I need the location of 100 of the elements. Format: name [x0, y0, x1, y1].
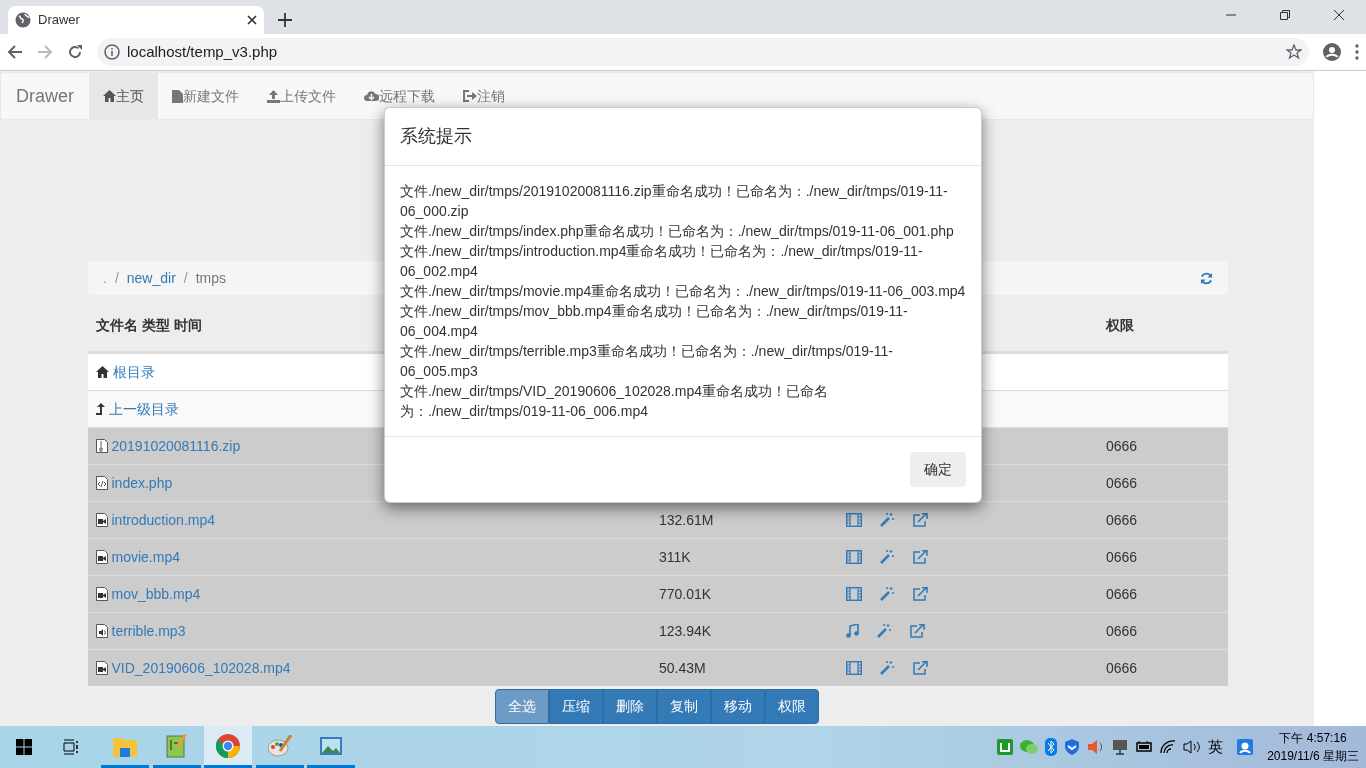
external-link-icon[interactable]	[913, 513, 928, 527]
external-link-icon[interactable]	[913, 661, 928, 675]
new-tab-icon[interactable]	[278, 13, 292, 27]
close-icon[interactable]	[247, 15, 257, 25]
clock-time[interactable]: 下午 4:57:16	[1279, 729, 1347, 747]
rename-message: 文件./new_dir/tmps/mov_bbb.mp4重命名成功！已命名为：./new_dir/tmps/019-11-06_004.mp4	[400, 302, 909, 341]
breadcrumb-link[interactable]: new_dir	[126, 267, 176, 289]
magic-wand-icon[interactable]	[877, 624, 891, 638]
nav-tab[interactable]: 远程下载	[350, 73, 449, 119]
shield-icon[interactable]	[1064, 738, 1081, 756]
nav-tab[interactable]: 主页	[89, 73, 158, 119]
action-button[interactable]: 压缩	[549, 689, 603, 724]
nav-tab[interactable]: 上传文件	[253, 73, 350, 119]
external-link-icon[interactable]	[910, 624, 925, 638]
magic-wand-icon[interactable]	[880, 587, 894, 601]
wifi-icon[interactable]	[1160, 740, 1177, 754]
file-link[interactable]: movie.mp4	[111, 546, 180, 568]
music-note-icon[interactable]	[846, 624, 859, 638]
file-row[interactable]: terrible.mp3 123.94K 0666	[88, 612, 1228, 649]
tray-app-icon[interactable]	[997, 739, 1014, 755]
address-field[interactable]: localhost/temp_v3.php	[97, 38, 1309, 66]
magic-wand-icon[interactable]	[880, 550, 894, 564]
file-row[interactable]: VID_20190606_102028.mp4 50.43M 0666	[88, 649, 1228, 686]
info-icon	[104, 44, 120, 60]
star-icon[interactable]	[1286, 44, 1302, 60]
user-icon[interactable]	[1237, 739, 1254, 755]
file-row[interactable]: movie.mp4 311K 0666	[88, 538, 1228, 575]
task-view-icon[interactable]	[62, 739, 80, 755]
file-row[interactable]: mov_bbb.mp4 770.01K 0666	[88, 575, 1228, 612]
landscape-picture-icon	[319, 735, 343, 756]
dialog-title: 系统提示	[400, 126, 472, 146]
file-link[interactable]: VID_20190606_102028.mp4	[111, 657, 291, 679]
breadcrumb-separator: /	[113, 268, 120, 288]
file-size: 311K	[659, 548, 691, 565]
directory-link[interactable]: 上一级目录	[108, 398, 179, 420]
volume-icon[interactable]	[1183, 740, 1202, 754]
brand-title[interactable]: Drawer	[1, 82, 89, 110]
taskbar-app[interactable]	[204, 726, 252, 768]
external-link-icon[interactable]	[913, 587, 928, 601]
permission-value: 0666	[1106, 659, 1138, 676]
input-method-indicator[interactable]: 英	[1208, 738, 1224, 756]
action-button[interactable]: 复制	[657, 689, 711, 724]
video-file-icon	[96, 513, 108, 527]
file-link[interactable]: mov_bbb.mp4	[111, 583, 201, 605]
column-header: 权限	[1106, 317, 1134, 333]
action-button[interactable]: 删除	[603, 689, 657, 724]
clock-date[interactable]: 2019/11/6 星期三	[1267, 747, 1359, 765]
windows-start-icon[interactable]	[16, 739, 32, 755]
video-file-icon	[96, 587, 108, 601]
breadcrumb-link[interactable]: .	[103, 267, 107, 289]
film-icon[interactable]	[846, 550, 862, 564]
rename-message: 文件./new_dir/tmps/VID_20190606_102028.mp4重命名成功！已命名为：./new_dir/tmps/019-11-06_006.mp4	[400, 382, 829, 421]
magic-wand-icon[interactable]	[880, 513, 894, 527]
rename-message: 文件./new_dir/tmps/introduction.mp4重命名成功！已命名为：./new_dir/tmps/019-11-06_002.mp4	[400, 242, 924, 281]
action-button[interactable]: 全选	[495, 689, 549, 724]
file-size: 123.94K	[659, 622, 712, 639]
ok-button[interactable]: 确定	[910, 452, 966, 487]
home-icon	[103, 90, 116, 102]
permission-value: 0666	[1106, 437, 1138, 454]
monitor-icon[interactable]	[1112, 739, 1129, 755]
account-icon[interactable]	[1323, 43, 1341, 61]
globe-icon	[15, 12, 31, 28]
bluetooth-icon[interactable]	[1045, 738, 1058, 756]
chrome-browser-icon	[216, 733, 240, 758]
rename-message: 文件./new_dir/tmps/movie.mp4重命名成功！已命名为：./new_dir/tmps/019-11-06_003.mp4	[400, 282, 966, 301]
battery-icon[interactable]	[1135, 741, 1154, 753]
action-button[interactable]: 移动	[711, 689, 765, 724]
permission-value: 0666	[1106, 474, 1138, 491]
browser-tab[interactable]: Drawer	[8, 6, 264, 34]
permission-value: 0666	[1106, 585, 1138, 602]
film-icon[interactable]	[846, 513, 862, 527]
cloud-download-icon	[364, 90, 379, 102]
permission-value: 0666	[1106, 622, 1138, 639]
back-icon[interactable]	[7, 44, 23, 60]
action-button[interactable]: 权限	[765, 689, 819, 724]
logout-icon	[463, 90, 477, 102]
file-link[interactable]: introduction.mp4	[111, 509, 215, 531]
column-header: 文件名 类型 时间	[96, 317, 202, 333]
reload-icon[interactable]	[67, 44, 83, 60]
video-file-icon	[96, 661, 108, 675]
directory-link[interactable]: 根目录	[112, 361, 155, 383]
breadcrumb-separator: /	[182, 268, 189, 288]
file-link[interactable]: 20191020081116.zip	[111, 435, 241, 457]
magic-wand-icon[interactable]	[880, 661, 894, 675]
nav-tab[interactable]: 新建文件	[158, 73, 253, 119]
film-icon[interactable]	[846, 661, 862, 675]
refresh-icon[interactable]	[1200, 271, 1213, 285]
permission-value: 0666	[1106, 511, 1138, 528]
permission-value: 0666	[1106, 548, 1138, 565]
menu-icon[interactable]	[1355, 44, 1359, 60]
audio-file-icon	[96, 624, 108, 638]
external-link-icon[interactable]	[913, 550, 928, 564]
file-size: 132.61M	[659, 511, 714, 528]
file-row[interactable]: introduction.mp4 132.61M 0666	[88, 501, 1228, 538]
video-file-icon	[96, 550, 108, 564]
file-link[interactable]: index.php	[111, 472, 173, 494]
rename-message: 文件./new_dir/tmps/terrible.mp3重命名成功！已命名为：./new_dir/tmps/019-11-06_005.mp3	[400, 342, 894, 381]
file-link[interactable]: terrible.mp3	[111, 620, 186, 642]
nav-tab[interactable]: 注销	[449, 73, 519, 119]
film-icon[interactable]	[846, 587, 862, 601]
